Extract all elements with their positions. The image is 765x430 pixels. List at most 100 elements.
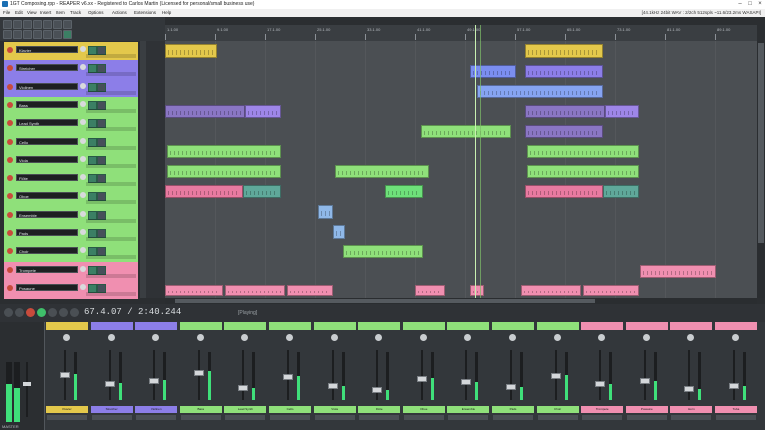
midi-item[interactable] <box>525 44 603 58</box>
play-button[interactable] <box>37 308 46 317</box>
midi-item[interactable] <box>603 185 639 198</box>
volume-fader[interactable] <box>372 387 383 394</box>
strip-header[interactable] <box>402 322 445 330</box>
menu-actions[interactable]: Actions <box>112 9 127 17</box>
record-button[interactable] <box>26 308 35 317</box>
volume-fader[interactable] <box>461 379 472 386</box>
track-name[interactable]: Bass <box>16 100 78 108</box>
track-name[interactable]: Lead Synth <box>16 119 78 127</box>
maximize-button[interactable]: □ <box>745 0 755 9</box>
ripple-edit-icon[interactable] <box>23 30 32 39</box>
record-arm-button[interactable] <box>7 83 13 90</box>
record-arm-button[interactable] <box>7 101 13 108</box>
midi-item[interactable] <box>527 145 639 158</box>
pan-knob[interactable] <box>732 334 739 341</box>
strip-name[interactable]: Choir <box>536 406 579 413</box>
volume-fader[interactable] <box>149 377 160 384</box>
midi-item[interactable] <box>525 185 603 198</box>
go-to-start-icon[interactable] <box>4 308 13 317</box>
track-name[interactable]: Trompete <box>16 265 78 273</box>
volume-knob[interactable] <box>80 64 86 71</box>
go-to-end-icon[interactable] <box>15 308 24 317</box>
record-arm-button[interactable] <box>7 193 13 200</box>
strip-header[interactable] <box>90 322 133 330</box>
midi-item[interactable] <box>318 205 333 219</box>
stop-button[interactable] <box>59 308 68 317</box>
record-arm-button[interactable] <box>7 47 13 53</box>
midi-item[interactable] <box>605 105 639 118</box>
strip-name[interactable]: Cello <box>269 406 311 413</box>
menu-item[interactable]: Item <box>56 9 65 17</box>
volume-fader[interactable] <box>283 374 293 380</box>
track-row[interactable]: Posaune <box>4 279 138 300</box>
strip-name[interactable]: Bass <box>179 406 222 413</box>
auto-crossfade-icon[interactable] <box>63 30 72 39</box>
volume-knob[interactable] <box>80 82 86 89</box>
pause-button[interactable] <box>70 308 79 317</box>
pan-knob[interactable] <box>419 334 427 341</box>
midi-item[interactable] <box>415 285 445 296</box>
strip-name[interactable]: Trompete <box>581 406 624 413</box>
new-project-icon[interactable] <box>3 20 12 29</box>
record-arm-button[interactable] <box>7 248 13 255</box>
strip-header[interactable] <box>536 322 579 330</box>
save-project-icon[interactable] <box>23 20 32 29</box>
midi-item[interactable] <box>525 105 605 118</box>
master-fader[interactable] <box>23 382 31 386</box>
undo-icon[interactable] <box>43 20 52 29</box>
volume-fader[interactable] <box>416 376 427 383</box>
midi-item[interactable] <box>527 165 639 178</box>
midi-item[interactable] <box>470 65 516 78</box>
strip-name[interactable]: Tuba <box>715 406 757 413</box>
strip-name[interactable]: Oboe <box>402 406 445 413</box>
strip-name[interactable]: Pads <box>492 406 534 413</box>
volume-knob[interactable] <box>80 46 86 52</box>
volume-knob[interactable] <box>80 229 86 235</box>
midi-item[interactable] <box>243 185 281 198</box>
menu-extensions[interactable]: Extensions <box>134 9 156 17</box>
pan-knob[interactable] <box>642 334 650 341</box>
strip-name[interactable]: Violinen <box>135 406 178 413</box>
pan-knob[interactable] <box>509 334 516 341</box>
pan-knob[interactable] <box>63 334 70 341</box>
midi-item[interactable] <box>167 165 281 178</box>
volume-fader[interactable] <box>595 381 606 388</box>
vertical-scroll-thumb[interactable] <box>758 43 764 243</box>
volume-knob[interactable] <box>80 283 86 290</box>
volume-fader[interactable] <box>639 378 650 385</box>
pan-knob[interactable] <box>286 334 293 341</box>
track-name[interactable]: Flöte <box>16 174 78 182</box>
track-row[interactable]: Oboe <box>4 188 138 209</box>
track-name[interactable]: Choir <box>16 247 78 255</box>
strip-name[interactable]: Viola <box>313 406 356 413</box>
volume-fader[interactable] <box>729 382 739 389</box>
menu-options[interactable]: Options <box>88 9 104 17</box>
grid-toggle-icon[interactable] <box>3 30 12 39</box>
track-name[interactable]: Ensemble <box>16 210 78 218</box>
midi-item[interactable] <box>477 85 603 98</box>
midi-item[interactable] <box>165 44 217 58</box>
strip-header[interactable] <box>625 322 668 330</box>
track-row[interactable]: Violinen <box>4 78 138 99</box>
midi-item[interactable] <box>333 225 345 239</box>
edit-cursor[interactable] <box>480 25 481 298</box>
midi-item[interactable] <box>470 285 484 296</box>
strip-name[interactable]: Klavier <box>46 406 88 413</box>
record-arm-button[interactable] <box>7 138 13 145</box>
pan-knob[interactable] <box>553 334 561 341</box>
redo-icon[interactable] <box>53 20 62 29</box>
track-name[interactable]: Violinen <box>16 82 78 90</box>
strip-header[interactable] <box>269 322 311 330</box>
strip-header[interactable] <box>670 322 713 330</box>
track-row[interactable]: Lead Synth <box>4 115 138 136</box>
menu-insert[interactable]: Insert <box>40 9 51 17</box>
strip-header[interactable] <box>581 322 624 330</box>
strip-header[interactable] <box>313 322 356 330</box>
track-row[interactable]: Cello <box>4 133 138 154</box>
track-name[interactable]: Posaune <box>16 283 78 291</box>
record-arm-button[interactable] <box>7 120 13 127</box>
volume-fader[interactable] <box>104 380 115 387</box>
pan-knob[interactable] <box>598 334 606 341</box>
volume-knob[interactable] <box>80 155 86 162</box>
record-arm-button[interactable] <box>7 175 13 182</box>
